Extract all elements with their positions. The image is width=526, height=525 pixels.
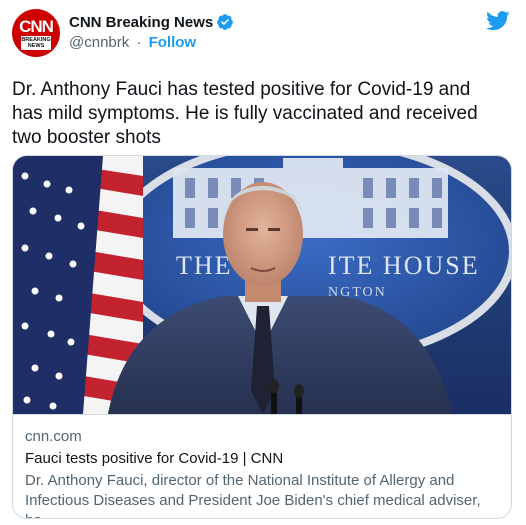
follow-button[interactable]: Follow	[149, 34, 197, 51]
white-house-building	[173, 158, 448, 238]
card-domain: cnn.com	[25, 428, 82, 445]
card-body[interactable]: cnn.com Fauci tests positive for Covid-1…	[13, 414, 511, 518]
card-description: Dr. Anthony Fauci, director of the Natio…	[25, 472, 481, 518]
display-name[interactable]: CNN Breaking News	[69, 14, 213, 31]
tweet-header: CNN BREAKING NEWS CNN Breaking News @cnn…	[12, 8, 514, 60]
tweet-embed: CNN BREAKING NEWS CNN Breaking News @cnn…	[0, 0, 526, 525]
tweet-text: Dr. Anthony Fauci has tested positive fo…	[12, 79, 478, 148]
verified-badge-icon	[216, 13, 234, 31]
avatar[interactable]: CNN BREAKING NEWS	[12, 9, 60, 57]
separator-dot: ·	[136, 34, 142, 51]
link-card[interactable]: THE ITE HOUSE NGTON cnn.com Fauci tests …	[12, 155, 512, 519]
card-title[interactable]: Fauci tests positive for Covid-19 | CNN	[25, 449, 499, 469]
avatar-breaking-tag: BREAKING NEWS	[21, 36, 51, 50]
author-info: CNN Breaking News @cnnbrk · Follow	[69, 8, 234, 51]
card-image[interactable]: THE ITE HOUSE NGTON	[13, 156, 511, 414]
handle-row: @cnnbrk · Follow	[69, 34, 234, 51]
sign-text-right: ITE HOUSE	[328, 251, 480, 280]
sign-text-left: THE	[176, 251, 233, 280]
twitter-bird-icon[interactable]	[486, 11, 510, 31]
avatar-logo-text: CNN	[19, 17, 54, 36]
name-row: CNN Breaking News	[69, 13, 234, 31]
author-handle[interactable]: @cnnbrk	[69, 34, 129, 51]
